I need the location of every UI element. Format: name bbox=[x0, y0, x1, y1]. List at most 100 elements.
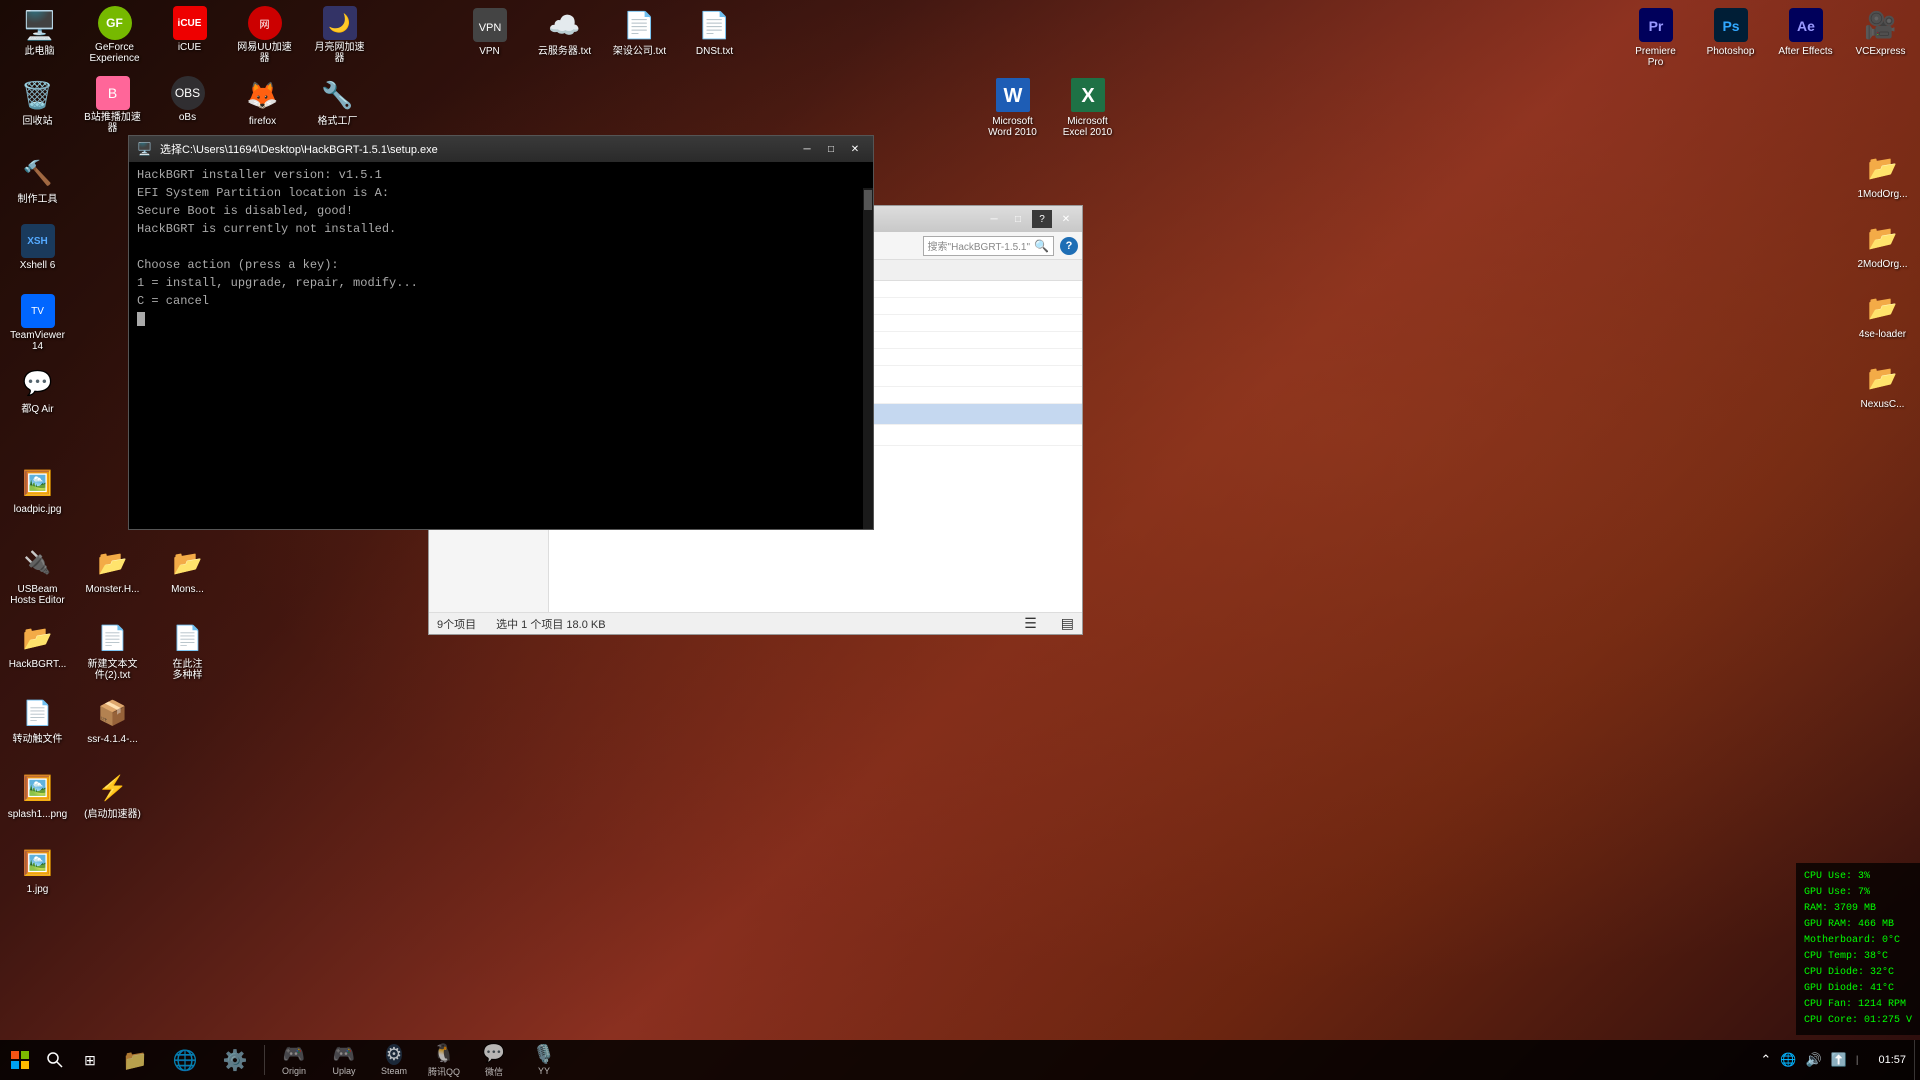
tray-chevron-icon[interactable]: ⌃ bbox=[1758, 1050, 1773, 1070]
desktop-icon-mons2[interactable]: 📂 Mons... bbox=[150, 540, 225, 610]
yy-label: YY bbox=[538, 1066, 550, 1076]
tray-volume-icon[interactable]: 🔊 bbox=[1803, 1050, 1823, 1070]
wechat-label: 微信 bbox=[485, 1065, 503, 1078]
desktop-icon-recycle[interactable]: 🗑️ 回收站 bbox=[0, 72, 75, 142]
origin-label: Origin bbox=[282, 1066, 306, 1076]
tray-network-icon[interactable]: 🌐 bbox=[1778, 1050, 1798, 1070]
taskbar-yy[interactable]: 🎙️ YY bbox=[519, 1040, 569, 1080]
taskbar-steam[interactable]: ⚙ Steam bbox=[369, 1040, 419, 1080]
svg-text:VPN: VPN bbox=[478, 22, 501, 34]
explorer-maximize-button[interactable]: □ bbox=[1008, 210, 1028, 228]
desktop-icon-teamviewer[interactable]: TV TeamViewer14 bbox=[0, 290, 75, 360]
sysinfo-line-motherboard: Motherboard: 0°C bbox=[1804, 933, 1912, 949]
uplay-icon: 🎮 bbox=[333, 1044, 355, 1065]
desktop-icon-hackbgrt[interactable]: 📂 HackBGRT... bbox=[0, 615, 75, 685]
taskbar-pinned-settings[interactable]: ⚙️ bbox=[210, 1040, 260, 1080]
desktop-icon-premiere[interactable]: Pr PremierePro bbox=[1618, 2, 1693, 72]
desktop-icon-2modorg[interactable]: 📂 2ModOrg... bbox=[1845, 215, 1920, 285]
desktop-icon-zhizuogongju[interactable]: 🔨 制作工具 bbox=[0, 150, 75, 220]
qq-label: 腾讯QQ bbox=[428, 1065, 460, 1078]
desktop-icon-vpn[interactable]: VPN VPN bbox=[452, 2, 527, 72]
desktop-icon-luyue[interactable]: 🌙 月亮网加速器 bbox=[302, 2, 377, 72]
desktop-icon-4seloader[interactable]: 📂 4se-loader bbox=[1845, 285, 1920, 355]
desktop-icon-qair[interactable]: 💬 都Q Air bbox=[0, 360, 75, 430]
desktop-icon-xshell6[interactable]: XSH Xshell 6 bbox=[0, 220, 75, 290]
desktop-icon-jiasuqi[interactable]: ⚡ (启动加速器) bbox=[75, 765, 150, 835]
svg-text:W: W bbox=[1003, 85, 1022, 107]
desktop-icon-monster[interactable]: 📂 Monster.H... bbox=[75, 540, 150, 610]
terminal-line-7: 1 = install, upgrade, repair, modify... bbox=[137, 274, 865, 292]
desktop-icon-splash[interactable]: 🖼️ splash1...png bbox=[0, 765, 75, 835]
terminal-close-button[interactable]: ✕ bbox=[845, 140, 865, 158]
desktop-icon-word2010[interactable]: W MicrosoftWord 2010 bbox=[975, 72, 1050, 142]
explorer-help-circle-button[interactable]: ? bbox=[1060, 237, 1078, 255]
view-list-button[interactable]: ☰ bbox=[1024, 615, 1037, 632]
svg-text:Pr: Pr bbox=[1648, 18, 1663, 34]
desktop-icon-aftereffects[interactable]: Ae After Effects bbox=[1768, 2, 1843, 72]
sysinfo-line-gpu-diode: GPU Diode: 41°C bbox=[1804, 981, 1912, 997]
taskbar-origin[interactable]: 🎮 Origin bbox=[269, 1040, 319, 1080]
desktop-icon-1jpg[interactable]: 🖼️ 1.jpg bbox=[0, 840, 75, 910]
desktop-icon-1modorg[interactable]: 📂 1ModOrg... bbox=[1845, 145, 1920, 215]
taskbar-qq[interactable]: 🐧 腾讯QQ bbox=[419, 1040, 469, 1080]
steam-icon: ⚙ bbox=[386, 1044, 402, 1065]
explorer-close-button[interactable]: ✕ bbox=[1056, 210, 1076, 228]
terminal-minimize-button[interactable]: ─ bbox=[797, 140, 817, 158]
terminal-line-6: Choose action (press a key): bbox=[137, 256, 865, 274]
taskbar-clock[interactable]: 01:57 bbox=[1870, 1054, 1914, 1066]
terminal-title-text: 选择C:\Users\11694\Desktop\HackBGRT-1.5.1\… bbox=[160, 141, 793, 157]
desktop-icon-netease[interactable]: 网 网易UU加速器 bbox=[227, 2, 302, 72]
terminal-line-2: EFI System Partition location is A: bbox=[137, 184, 865, 202]
taskbar-start-button[interactable] bbox=[0, 1040, 40, 1080]
explorer-minimize-button[interactable]: ─ bbox=[984, 210, 1004, 228]
taskbar-tray: ⌃ 🌐 🔊 ⬆️ | bbox=[1748, 1040, 1870, 1080]
svg-text:X: X bbox=[1081, 85, 1095, 107]
desktop-icon-diannaochuzu[interactable]: 🖥️ 此电脑 bbox=[2, 2, 77, 72]
desktop-icon-excel2010[interactable]: X MicrosoftExcel 2010 bbox=[1050, 72, 1125, 142]
tray-battery-icon[interactable]: ⬆️ bbox=[1829, 1050, 1849, 1070]
taskbar-wechat[interactable]: 💬 微信 bbox=[469, 1040, 519, 1080]
desktop-icon-cloud[interactable]: ☁️ 云服务器.txt bbox=[527, 2, 602, 72]
desktop-icon-icue[interactable]: iCUE iCUE bbox=[152, 2, 227, 72]
desktop-icon-geshigongchang[interactable]: 🔧 格式工厂 bbox=[300, 72, 375, 142]
taskbar-pinned-fileexplorer[interactable]: 📁 bbox=[110, 1040, 160, 1080]
taskbar-uplay[interactable]: 🎮 Uplay bbox=[319, 1040, 369, 1080]
taskbar-search-button[interactable] bbox=[40, 1040, 70, 1080]
terminal-titlebar: 🖥️ 选择C:\Users\11694\Desktop\HackBGRT-1.5… bbox=[129, 136, 873, 162]
desktop-icon-bilibili[interactable]: B B站推播加速器 bbox=[75, 72, 150, 142]
terminal-cursor bbox=[137, 312, 145, 326]
explorer-search-text: 搜索"HackBGRT-1.5.1" bbox=[928, 238, 1031, 253]
desktop-icon-usbeam[interactable]: 🔌 USBeamHosts Editor bbox=[0, 540, 75, 610]
desktop-icon-newtxt[interactable]: 📄 新建文本文件(2).txt bbox=[75, 615, 150, 685]
terminal-scrollthumb[interactable] bbox=[864, 190, 872, 210]
desktop-icon-firefox[interactable]: 🦊 firefox bbox=[225, 72, 300, 142]
terminal-line-3: Secure Boot is disabled, good! bbox=[137, 202, 865, 220]
desktop-icon-photoshop[interactable]: Ps Photoshop bbox=[1693, 2, 1768, 72]
desktop-icon-vcexpress[interactable]: 🎥 VCExpress bbox=[1843, 2, 1918, 72]
desktop-icon-jiashegongsi[interactable]: 📄 架设公司.txt bbox=[602, 2, 677, 72]
status-selected-info: 选中 1 个项目 18.0 KB bbox=[496, 616, 605, 632]
view-detail-button[interactable]: ▤ bbox=[1061, 615, 1074, 632]
desktop-icon-ssr[interactable]: 📦 ssr-4.1.4-... bbox=[75, 690, 150, 760]
desktop-icon-zhuandong[interactable]: 📄 转动触文件 bbox=[0, 690, 75, 760]
terminal-scrollbar[interactable] bbox=[863, 188, 873, 529]
desktop-icon-loadpicjpg[interactable]: 🖼️ loadpic.jpg bbox=[0, 460, 75, 530]
desktop-icon-geforce[interactable]: GF GeForceExperience bbox=[77, 2, 152, 72]
desktop-icon-nexusc[interactable]: 📂 NexusC... bbox=[1845, 355, 1920, 425]
explorer-help-button[interactable]: ? bbox=[1032, 210, 1052, 228]
terminal-maximize-button[interactable]: □ bbox=[821, 140, 841, 158]
sysinfo-line-cpu-diode: CPU Diode: 32°C bbox=[1804, 965, 1912, 981]
explorer-search-box[interactable]: 搜索"HackBGRT-1.5.1" 🔍 bbox=[923, 236, 1054, 256]
terminal-window[interactable]: 🖥️ 选择C:\Users\11694\Desktop\HackBGRT-1.5… bbox=[128, 135, 874, 530]
taskbar-pinned-browser[interactable]: 🌐 bbox=[160, 1040, 210, 1080]
show-desktop-button[interactable] bbox=[1914, 1040, 1920, 1080]
desktop-icon-obs[interactable]: OBS oBs bbox=[150, 72, 225, 142]
terminal-line-4: HackBGRT is currently not installed. bbox=[137, 220, 865, 238]
svg-text:Ps: Ps bbox=[1722, 18, 1739, 34]
qq-icon: 🐧 bbox=[433, 1043, 455, 1064]
desktop-icon-dns[interactable]: 📄 DNSt.txt bbox=[677, 2, 752, 72]
desktop-icon-zaicizhu[interactable]: 📄 在此注多种样 bbox=[150, 615, 225, 685]
terminal-icon: 🖥️ bbox=[137, 142, 152, 156]
taskbar-taskview-button[interactable]: ⊞ bbox=[70, 1040, 110, 1080]
steam-label: Steam bbox=[381, 1066, 407, 1076]
